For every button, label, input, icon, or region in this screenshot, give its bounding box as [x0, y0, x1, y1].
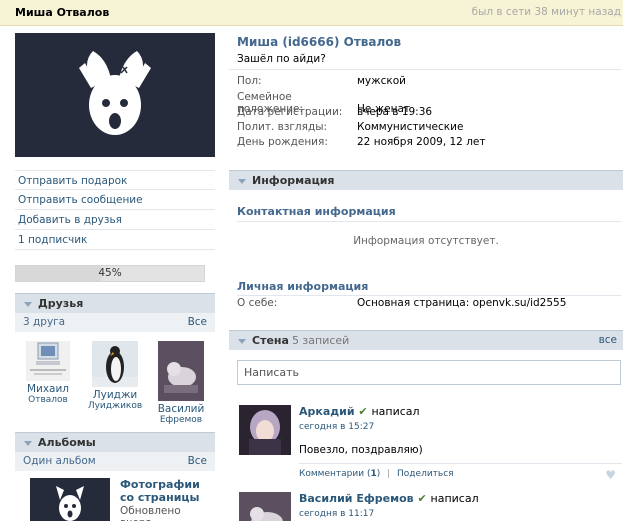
- profile-completeness-bar: 45%: [15, 265, 205, 282]
- verified-check-icon: ✔: [417, 492, 427, 505]
- like-heart-icon[interactable]: ♥: [605, 468, 616, 482]
- info-section-header[interactable]: Информация: [229, 170, 623, 190]
- last-seen-status: был в сети 38 минут назад: [471, 6, 621, 18]
- friends-header[interactable]: Друзья: [15, 293, 215, 313]
- divider: [299, 463, 622, 464]
- post-author: Василий Ефремов ✔ написал: [299, 492, 479, 505]
- contact-info-title: Контактная информация: [237, 205, 396, 218]
- friend-card[interactable]: Михаил Отвалов: [21, 341, 75, 405]
- albums-section: Альбомы Один альбом Все Фотографии со ст…: [15, 432, 215, 521]
- anime-avatar-icon: [239, 405, 291, 455]
- friends-all-link[interactable]: Все: [188, 313, 207, 332]
- progress-fill: [16, 266, 101, 281]
- collapse-triangle-icon: [24, 301, 32, 307]
- album-cover[interactable]: [30, 478, 110, 521]
- divider: [237, 295, 621, 296]
- post-action: написал: [371, 405, 420, 418]
- header-user-name: Миша Отвалов: [15, 6, 110, 19]
- about-row: О себе: Основная страница: openvk.su/id25…: [237, 297, 567, 309]
- albums-header[interactable]: Альбомы: [15, 432, 215, 452]
- divider: [229, 69, 621, 70]
- friend-avatar: [158, 341, 204, 401]
- post-author-name[interactable]: Василий Ефремов: [299, 492, 414, 505]
- albums-count: Один альбом: [23, 455, 96, 467]
- wall-all-link[interactable]: все: [599, 331, 617, 350]
- friend-avatar: [26, 341, 70, 381]
- collapse-triangle-icon: [238, 178, 246, 184]
- computer-icon: [30, 342, 66, 375]
- profile-field-row: Дата регистрации: вчера в 19:36: [237, 106, 433, 118]
- post-author-avatar[interactable]: [239, 492, 291, 521]
- post-time[interactable]: сегодня в 11:17: [299, 509, 374, 519]
- empty-info-text: Информация отсутствует.: [353, 235, 499, 247]
- friend-last-name: Ефремов: [159, 415, 203, 425]
- post-author-name[interactable]: Аркадий: [299, 405, 355, 418]
- top-bar: Миша Отвалов был в сети 38 минут назад: [0, 0, 623, 26]
- friend-last-name: Отвалов: [28, 395, 68, 405]
- friend-card[interactable]: Василий Ефремов: [153, 341, 209, 425]
- subscribers-link[interactable]: 1 подписчик: [15, 230, 215, 250]
- albums-all-link[interactable]: Все: [188, 452, 207, 471]
- post-actions: Комментарии (1) | Поделиться: [299, 469, 454, 479]
- friends-subheader: 3 друга Все: [15, 313, 215, 332]
- dog-logo-icon: [56, 486, 84, 521]
- wall-post-input[interactable]: Написать: [237, 360, 621, 385]
- verified-check-icon: ✔: [358, 405, 368, 418]
- divider: [237, 221, 621, 222]
- friends-section: Друзья 3 друга Все Михаил Отвалов Луиджи…: [15, 293, 215, 425]
- collapse-triangle-icon: [24, 440, 32, 446]
- post-author-avatar[interactable]: [239, 405, 291, 455]
- add-friend-link[interactable]: Добавить в друзья: [15, 210, 215, 230]
- friend-last-name: Луиджиков: [87, 401, 143, 411]
- share-link[interactable]: Поделиться: [397, 469, 454, 479]
- wall-post: Аркадий ✔ написал сегодня в 15:27 Повезл…: [239, 405, 622, 485]
- send-gift-link[interactable]: Отправить подарок: [15, 170, 215, 190]
- penguin-icon: [92, 341, 138, 387]
- albums-subheader: Один альбом Все: [15, 452, 215, 471]
- profile-name: Миша (id6666) Отвалов: [237, 35, 402, 49]
- post-action: написал: [430, 492, 479, 505]
- collapse-triangle-icon: [238, 338, 246, 344]
- profile-avatar[interactable]: [15, 33, 215, 157]
- profile-field-row: Пол: мужской: [237, 75, 406, 87]
- dog-logo-icon: [79, 51, 151, 135]
- profile-actions-menu: Отправить подарок Отправить сообщение До…: [15, 170, 215, 250]
- personal-info-title: Личная информация: [237, 280, 369, 293]
- friends-count: 3 друга: [23, 316, 66, 328]
- post-time[interactable]: сегодня в 15:27: [299, 422, 374, 432]
- album-title[interactable]: Фотографии со страницы: [120, 478, 216, 504]
- wall-section-header[interactable]: Стена 5 записей все: [229, 330, 623, 350]
- post-text: Повезло, поздравляю): [299, 444, 423, 456]
- wall-post-count: 5 записей: [291, 334, 350, 347]
- profile-field-row: Полит. взгляды: Коммунистические: [237, 121, 464, 133]
- send-message-link[interactable]: Отправить сообщение: [15, 190, 215, 210]
- profile-field-row: День рождения: 22 ноября 2009, 12 лет: [237, 136, 486, 148]
- album-updated: Обновлено вчера: [120, 505, 181, 521]
- left-column: Отправить подарок Отправить сообщение До…: [15, 33, 215, 282]
- comments-link[interactable]: Комментарии (1): [299, 469, 380, 479]
- friend-first-name: Луиджи: [92, 389, 138, 401]
- cat-photo-icon: [158, 341, 204, 401]
- action-separator: |: [387, 469, 391, 479]
- progress-label: 45%: [98, 267, 122, 279]
- cat-photo-icon: [239, 492, 291, 521]
- wall-post: Василий Ефремов ✔ написал сегодня в 11:1…: [239, 492, 622, 521]
- post-author: Аркадий ✔ написал: [299, 405, 420, 418]
- friend-card[interactable]: Луиджи Луиджиков: [85, 341, 145, 411]
- friend-avatar: [92, 341, 138, 387]
- friend-first-name: Михаил: [26, 383, 70, 395]
- profile-status[interactable]: Зашёл по айди?: [237, 53, 326, 65]
- friend-first-name: Василий: [157, 403, 205, 415]
